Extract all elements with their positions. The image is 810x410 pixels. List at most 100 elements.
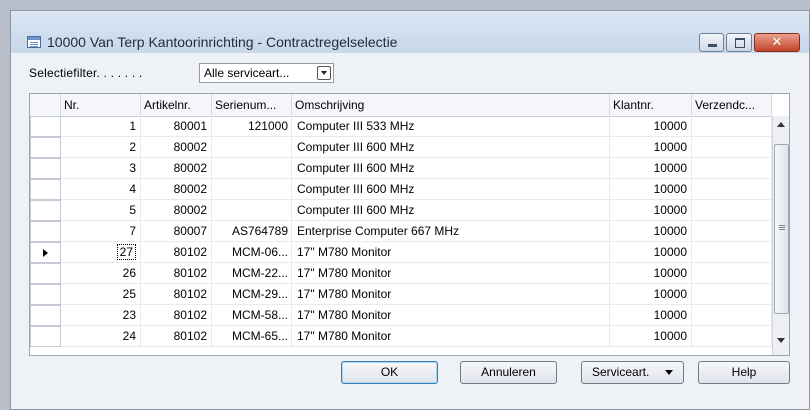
desktop-background xyxy=(0,0,810,10)
form-icon xyxy=(27,36,41,48)
cell-klantnr: 10000 xyxy=(610,263,692,284)
scrollbar-thumb[interactable] xyxy=(774,144,789,314)
cell-serienummer xyxy=(212,200,292,221)
cell-artikelnr: 80002 xyxy=(141,158,212,179)
row-selector[interactable] xyxy=(30,179,61,200)
maximize-button[interactable] xyxy=(726,33,752,52)
cell-klantnr: 10000 xyxy=(610,158,692,179)
scroll-up-arrow-icon[interactable] xyxy=(777,122,785,127)
table-row[interactable]: 23 80102 MCM-58... 17" M780 Monitor 1000… xyxy=(30,305,772,326)
cell-nr: 4 xyxy=(61,179,141,200)
chevron-down-icon[interactable] xyxy=(317,66,331,80)
table-row[interactable]: 26 80102 MCM-22... 17" M780 Monitor 1000… xyxy=(30,263,772,284)
table-row[interactable]: 4 80002 Computer III 600 MHz 10000 xyxy=(30,179,772,200)
cell-artikelnr: 80002 xyxy=(141,179,212,200)
cell-artikelnr: 80102 xyxy=(141,284,212,305)
table-row[interactable]: 1 80001 121000 Computer III 533 MHz 1000… xyxy=(30,116,772,137)
column-header-omschrijving[interactable]: Omschrijving xyxy=(292,94,610,116)
selection-filter-label: Selectiefilter. . . . . . . xyxy=(29,66,143,80)
cell-klantnr: 10000 xyxy=(610,137,692,158)
cancel-button[interactable]: Annuleren xyxy=(460,361,557,384)
cell-nr: 23 xyxy=(61,305,141,326)
close-button[interactable]: ✕ xyxy=(754,33,800,52)
table-row[interactable]: 3 80002 Computer III 600 MHz 10000 xyxy=(30,158,772,179)
column-header-artikelnr[interactable]: Artikelnr. xyxy=(141,94,212,116)
cell-nr: 5 xyxy=(61,200,141,221)
cell-klantnr: 10000 xyxy=(610,179,692,200)
cell-verzendcode xyxy=(692,305,772,326)
row-selector[interactable] xyxy=(30,326,61,347)
row-selector[interactable] xyxy=(30,158,61,179)
cell-serienummer xyxy=(212,137,292,158)
vertical-scrollbar[interactable] xyxy=(772,116,789,355)
scroll-down-arrow-icon[interactable] xyxy=(777,338,785,343)
cell-artikelnr: 80102 xyxy=(141,242,212,263)
column-header-verzendcode[interactable]: Verzendc... xyxy=(692,94,772,116)
ok-button[interactable]: OK xyxy=(341,361,438,384)
cell-artikelnr: 80102 xyxy=(141,305,212,326)
minimize-button[interactable] xyxy=(699,33,724,52)
cell-artikelnr: 80007 xyxy=(141,221,212,242)
column-header-nr[interactable]: Nr. xyxy=(61,94,141,116)
cell-omschrijving: Computer III 600 MHz xyxy=(292,137,610,158)
cell-omschrijving: 17" M780 Monitor xyxy=(292,284,610,305)
cell-verzendcode xyxy=(692,221,772,242)
row-selector[interactable] xyxy=(30,284,61,305)
cell-omschrijving: Computer III 533 MHz xyxy=(292,116,610,137)
row-selector[interactable] xyxy=(30,242,61,263)
row-selector[interactable] xyxy=(30,305,61,326)
cell-artikelnr: 80001 xyxy=(141,116,212,137)
cell-omschrijving: Computer III 600 MHz xyxy=(292,158,610,179)
cell-verzendcode xyxy=(692,116,772,137)
cell-omschrijving: 17" M780 Monitor xyxy=(292,305,610,326)
cell-nr: 2 xyxy=(61,137,141,158)
dropdown-arrow-icon xyxy=(665,370,673,375)
table-row[interactable]: 5 80002 Computer III 600 MHz 10000 xyxy=(30,200,772,221)
cell-klantnr: 10000 xyxy=(610,284,692,305)
cell-nr: 3 xyxy=(61,158,141,179)
cell-artikelnr: 80102 xyxy=(141,326,212,347)
window-title: 10000 Van Terp Kantoorinrichting - Contr… xyxy=(47,34,398,50)
cell-verzendcode xyxy=(692,242,772,263)
table-row-current[interactable]: 27 80102 MCM-06... 17" M780 Monitor 1000… xyxy=(30,242,772,263)
row-selector[interactable] xyxy=(30,137,61,158)
table-row[interactable]: 2 80002 Computer III 600 MHz 10000 xyxy=(30,137,772,158)
cell-serienummer: AS764789 xyxy=(212,221,292,242)
cell-artikelnr: 80002 xyxy=(141,200,212,221)
row-selector[interactable] xyxy=(30,221,61,242)
cell-verzendcode xyxy=(692,326,772,347)
cell-serienummer: MCM-22... xyxy=(212,263,292,284)
cell-omschrijving: 17" M780 Monitor xyxy=(292,242,610,263)
table-row[interactable]: 24 80102 MCM-65... 17" M780 Monitor 1000… xyxy=(30,326,772,347)
title-bar[interactable]: 10000 Van Terp Kantoorinrichting - Contr… xyxy=(11,11,809,53)
selection-filter-dropdown[interactable]: Alle serviceart... xyxy=(199,63,334,83)
cell-nr: 26 xyxy=(61,263,141,284)
cell-verzendcode xyxy=(692,179,772,200)
cell-verzendcode xyxy=(692,137,772,158)
cell-serienummer: MCM-58... xyxy=(212,305,292,326)
cell-omschrijving: Computer III 600 MHz xyxy=(292,179,610,200)
cell-klantnr: 10000 xyxy=(610,305,692,326)
cell-artikelnr: 80102 xyxy=(141,263,212,284)
cell-klantnr: 10000 xyxy=(610,116,692,137)
table-row[interactable]: 25 80102 MCM-29... 17" M780 Monitor 1000… xyxy=(30,284,772,305)
cell-omschrijving: Enterprise Computer 667 MHz xyxy=(292,221,610,242)
cell-serienummer xyxy=(212,158,292,179)
cell-klantnr: 10000 xyxy=(610,221,692,242)
column-header-serienummer[interactable]: Serienum... xyxy=(212,94,292,116)
row-selector[interactable] xyxy=(30,116,61,137)
cell-klantnr: 10000 xyxy=(610,326,692,347)
row-selector[interactable] xyxy=(30,263,61,284)
cell-klantnr: 10000 xyxy=(610,242,692,263)
cell-serienummer: 121000 xyxy=(212,116,292,137)
cell-artikelnr: 80002 xyxy=(141,137,212,158)
column-header-klantnr[interactable]: Klantnr. xyxy=(610,94,692,116)
row-selector[interactable] xyxy=(30,200,61,221)
current-row-arrow-icon xyxy=(43,249,48,257)
service-type-menu-button[interactable]: Serviceart. xyxy=(581,361,684,384)
table-row[interactable]: 7 80007 AS764789 Enterprise Computer 667… xyxy=(30,221,772,242)
help-button[interactable]: Help xyxy=(698,361,790,384)
cell-serienummer: MCM-06... xyxy=(212,242,292,263)
cell-omschrijving: 17" M780 Monitor xyxy=(292,263,610,284)
cell-verzendcode xyxy=(692,284,772,305)
